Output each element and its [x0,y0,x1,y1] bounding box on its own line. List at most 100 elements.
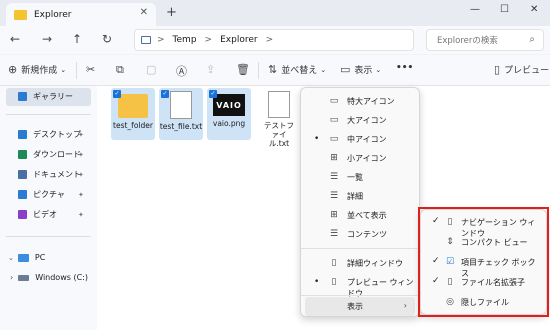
menu-item-preview-pane[interactable]: • ▯ プレビュー ウィンドウ [305,273,415,298]
chevron-down-icon: ⌄ [60,65,67,74]
menu-item-tiles[interactable]: ⊞ 並べて表示 [305,206,415,225]
menu-item-label: 表示 [347,302,363,311]
gallery-icon [18,92,27,101]
new-tab-button[interactable]: + [166,5,177,20]
address-bar[interactable]: > Temp > Explorer > [134,29,414,51]
minimize-button[interactable]: — [470,4,480,15]
title-bar: Explorer ✕ + — ☐ ✕ [0,0,550,26]
cut-icon[interactable]: ✂ [86,63,99,76]
sidebar-item-downloads[interactable]: ダウンロード ✦ [18,149,84,160]
view-button[interactable]: ▭ 表示 ⌄ [340,63,381,76]
search-icon: ⌕ [529,34,535,45]
new-button[interactable]: ⊕ 新規作成 ⌄ [8,63,66,76]
desktop-icon [18,130,27,139]
menu-item-content[interactable]: ☰ コンテンツ [305,225,415,244]
menu-item-details[interactable]: ☰ 詳細 [305,187,415,206]
pin-icon: ✦ [78,170,84,179]
preview-pane-icon: ▯ [331,277,337,287]
file-item[interactable]: ✓ test_folder [111,88,155,140]
command-bar: ⊕ 新規作成 ⌄ ✂ ⧉ ▢ Ⓐ ⇪ 🗑 ⇅ 並べ替え ⌄ ▭ 表示 ⌄ •••… [0,55,550,86]
download-icon [18,150,27,159]
menu-divider [301,248,419,249]
chevron-right-icon: › [10,273,14,282]
medium-icons-icon: ▭ [329,134,339,144]
file-item[interactable]: ✓ test_file.txt [159,88,203,140]
share-icon[interactable]: ⇪ [206,63,219,76]
search-placeholder: Explorerの検索 [437,36,498,46]
menu-item-list[interactable]: ☰ 一覧 [305,168,415,187]
menu-item-label: 一覧 [347,173,363,182]
pin-icon: ✦ [78,150,84,159]
tab-explorer[interactable]: Explorer ✕ [6,3,156,26]
maximize-button[interactable]: ☐ [500,4,509,15]
menu-item-label: 大アイコン [347,116,387,125]
list-icon: ☰ [329,172,339,182]
breadcrumb-separator: > [204,35,213,45]
file-name: テストファイル.txt [264,121,294,148]
extra-large-icons-icon: ▭ [329,96,339,106]
delete-icon[interactable]: 🗑 [236,63,254,76]
breadcrumb-temp[interactable]: Temp [173,35,197,45]
videos-icon [18,210,27,219]
menu-item-label: 中アイコン [347,135,387,144]
menu-item-medium-icons[interactable]: • ▭ 中アイコン [305,130,415,149]
item-checkbox[interactable]: ✓ [161,90,169,98]
close-button[interactable]: ✕ [530,4,538,15]
text-file-icon [268,91,290,118]
sidebar-item-label: ドキュメント [33,170,81,179]
sidebar-item-documents[interactable]: ドキュメント ✦ [18,169,84,180]
menu-item-extra-large-icons[interactable]: ▭ 特大アイコン [305,92,415,111]
refresh-button[interactable]: ↻ [102,32,112,46]
selected-dot-icon: • [314,277,320,287]
sort-button[interactable]: ⇅ 並べ替え ⌄ [268,63,326,76]
item-checkbox[interactable]: ✓ [209,90,217,98]
more-button[interactable]: ••• [396,63,413,73]
sidebar-item-label: ビデオ [33,210,57,219]
chevron-down-icon: ⌄ [320,65,327,74]
preview-button[interactable]: ▯ プレビュー [494,63,549,76]
content-icon: ☰ [329,229,339,239]
file-item[interactable]: テストファイル.txt [257,88,301,148]
sidebar-item-label: ギャラリー [33,92,73,101]
back-button[interactable]: ← [10,32,20,46]
paste-icon[interactable]: ▢ [146,63,160,76]
toolbar-divider [76,62,77,79]
breadcrumb-explorer[interactable]: Explorer [220,35,257,45]
toolbar-divider [258,62,259,79]
search-input[interactable]: Explorerの検索 ⌕ [426,29,544,51]
file-name: test_file.txt [159,122,203,131]
file-item[interactable]: ✓ VAIO vaio.png [207,88,251,140]
tab-close-icon[interactable]: ✕ [140,7,148,18]
rename-icon[interactable]: Ⓐ [176,63,191,79]
menu-item-details-pane[interactable]: ▯ 詳細ウィンドウ [305,254,415,273]
pin-icon: ✦ [78,210,84,219]
sidebar-item-label: PC [34,253,46,262]
computer-icon [141,36,151,44]
pin-icon: ✦ [78,190,84,199]
sidebar-item-pc[interactable]: ⌄ PC [8,253,45,262]
view-menu: ▭ 特大アイコン ▭ 大アイコン • ▭ 中アイコン ⊞ 小アイコン ☰ 一覧 … [300,87,420,317]
up-button[interactable]: ↑ [72,32,82,46]
item-checkbox[interactable]: ✓ [113,90,121,98]
menu-item-label: 特大アイコン [347,97,395,106]
sidebar-item-videos[interactable]: ビデオ ✦ [18,209,84,220]
menu-item-large-icons[interactable]: ▭ 大アイコン [305,111,415,130]
sidebar-item-label: ダウンロード [33,150,81,159]
copy-icon[interactable]: ⧉ [116,63,128,77]
folder-icon [14,9,27,20]
image-thumbnail: VAIO [213,94,245,116]
pin-icon: ✦ [78,130,84,139]
menu-divider [301,295,419,296]
forward-button[interactable]: → [42,32,52,46]
file-name: vaio.png [212,119,246,128]
menu-item-small-icons[interactable]: ⊞ 小アイコン [305,149,415,168]
navigation-pane: ギャラリー デスクトップ ✦ ダウンロード ✦ ドキュメント ✦ ピクチャ ✦ … [0,86,97,330]
selected-dot-icon: • [314,134,320,144]
menu-item-show[interactable]: 表示 › [305,297,415,316]
sidebar-item-windows-c[interactable]: › Windows (C:) [10,273,88,282]
sidebar-divider [6,236,91,237]
sidebar-item-pictures[interactable]: ピクチャ ✦ [18,189,84,200]
sidebar-item-gallery[interactable]: ギャラリー [18,91,73,102]
tab-title: Explorer [34,9,72,20]
sidebar-item-desktop[interactable]: デスクトップ ✦ [18,129,84,140]
